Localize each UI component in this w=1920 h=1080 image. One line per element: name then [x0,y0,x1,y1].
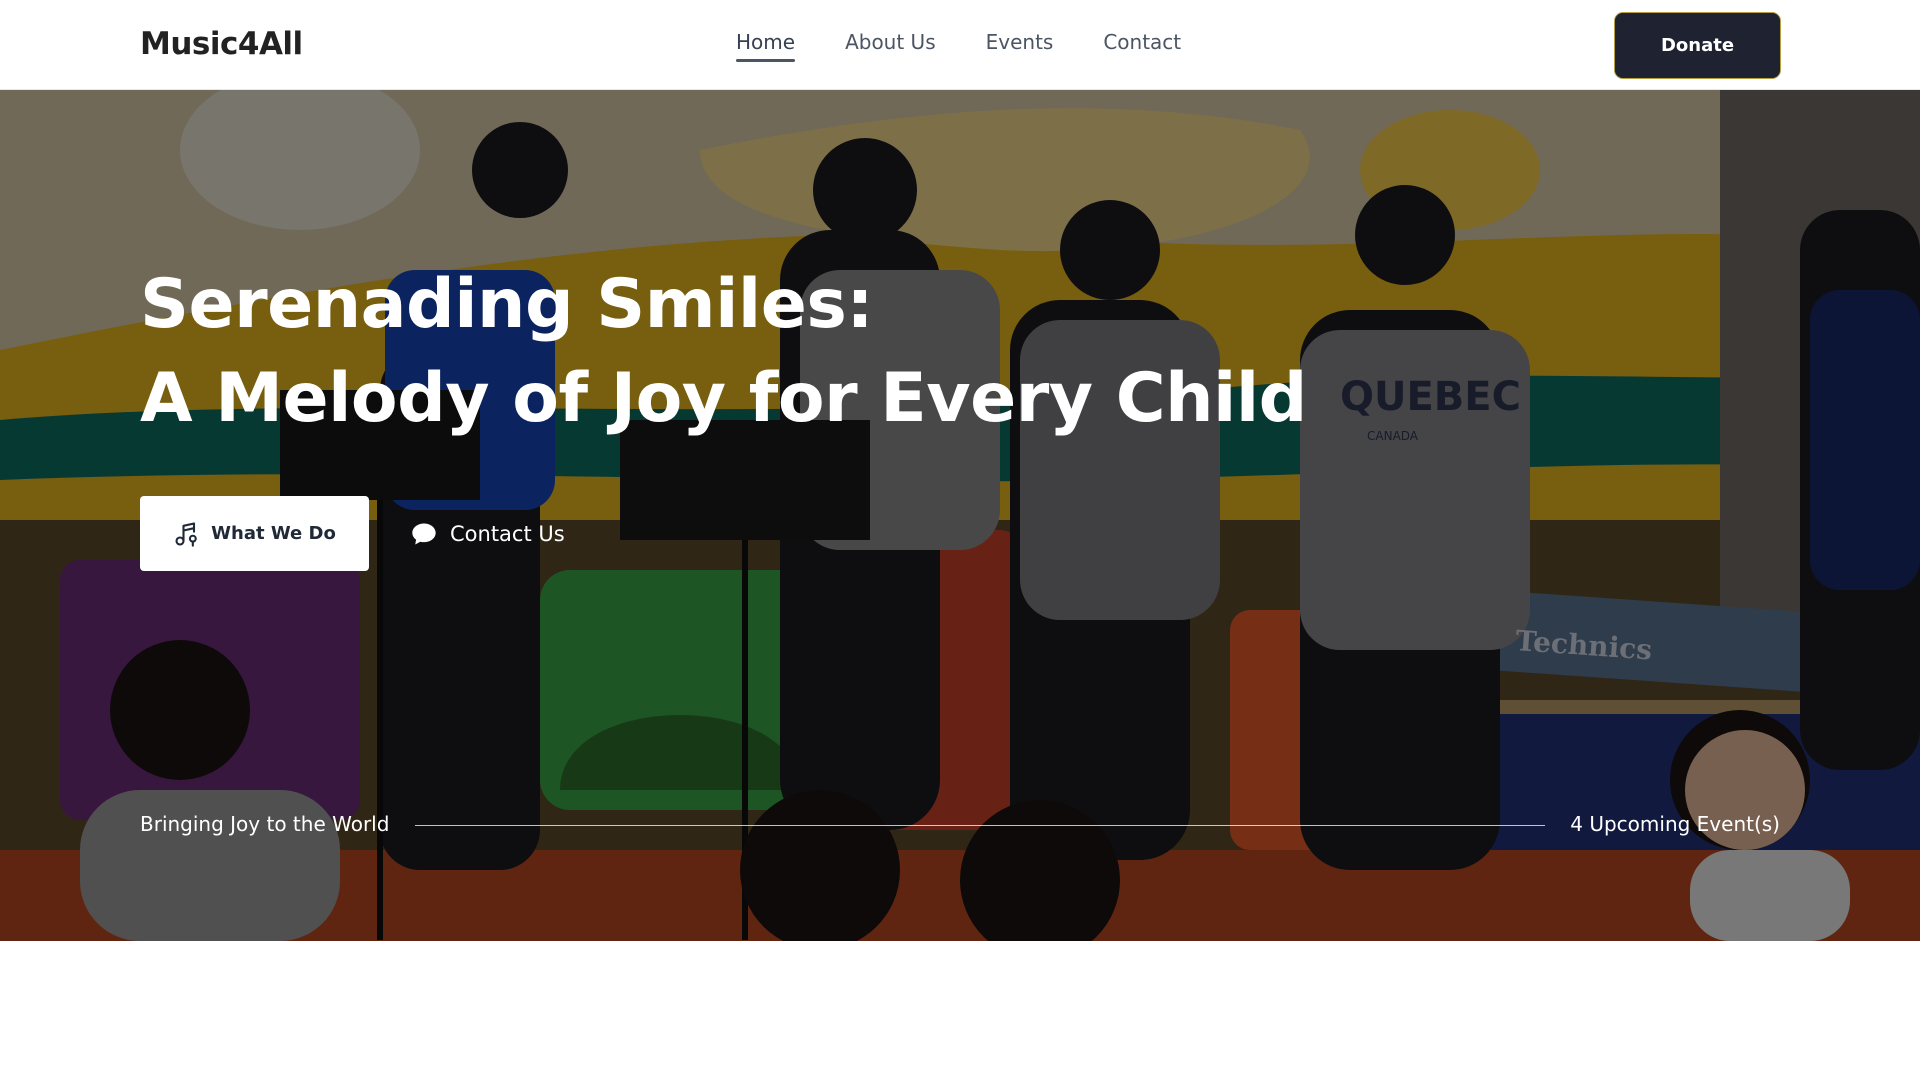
site-header: Music4All Home About Us Events Contact D… [0,0,1920,90]
music-note-icon [173,520,201,548]
nav-events[interactable]: Events [986,30,1054,60]
contact-us-label: Contact Us [450,521,565,546]
brand-logo[interactable]: Music4All [140,26,303,62]
hero-section: Technics QUEBEC CANADA Serenading Smiles… [0,90,1920,941]
what-we-do-button[interactable]: What We Do [140,496,369,571]
donate-button[interactable]: Donate [1615,13,1780,78]
contact-us-button[interactable]: Contact Us [410,496,565,571]
hero-title-line-2: A Melody of Joy for Every Child [140,359,1307,438]
hero-title: Serenading Smiles: A Melody of Joy for E… [140,258,1307,446]
nav-contact[interactable]: Contact [1103,30,1181,60]
hero-divider [415,825,1545,826]
main-nav: Home About Us Events Contact [736,30,1181,62]
what-we-do-label: What We Do [211,523,336,544]
hero-tagline: Bringing Joy to the World [140,812,390,836]
nav-home[interactable]: Home [736,30,796,62]
chat-bubble-icon [410,520,438,548]
upcoming-events-count[interactable]: 4 Upcoming Event(s) [1570,812,1780,836]
nav-about-us[interactable]: About Us [845,30,936,60]
hero-title-line-1: Serenading Smiles: [140,265,874,344]
